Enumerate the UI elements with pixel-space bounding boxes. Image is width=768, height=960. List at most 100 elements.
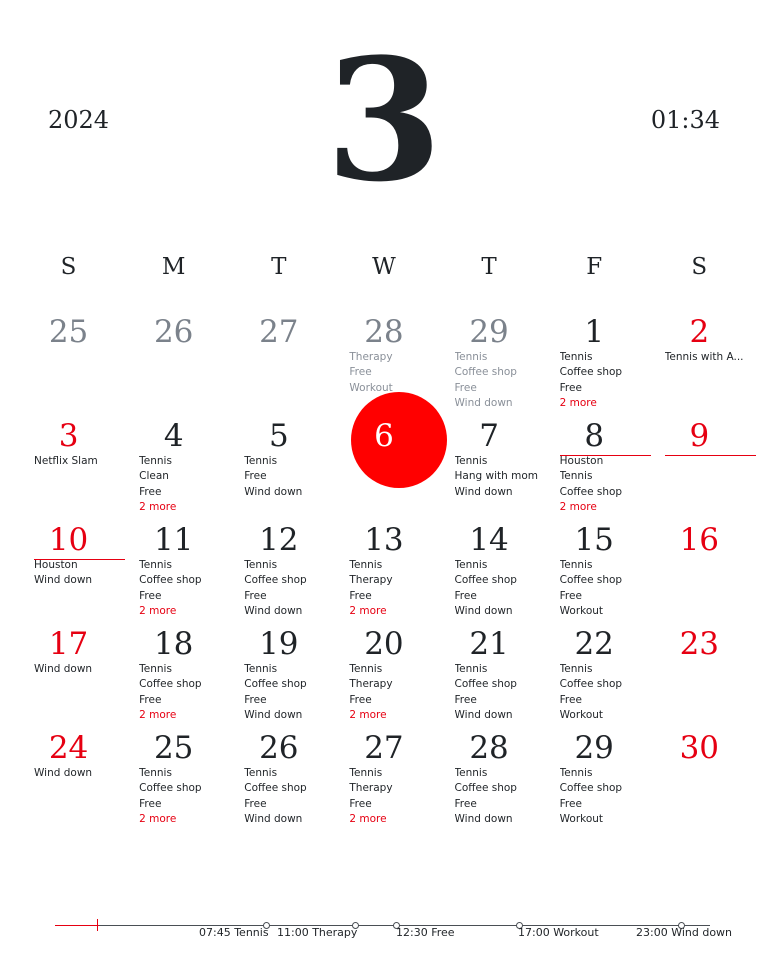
day-cell[interactable]: 29 Tennis Coffee shop Free Workout (542, 728, 647, 832)
day-cell[interactable]: 21 Tennis Coffee shop Free Wind down (437, 624, 542, 728)
event-item[interactable]: Houston (34, 558, 121, 573)
event-item[interactable]: Coffee shop (139, 573, 226, 588)
event-item[interactable]: Tennis (560, 558, 647, 573)
event-item[interactable]: Free (139, 797, 226, 812)
event-item[interactable]: Free (349, 693, 436, 708)
day-cell[interactable]: 22 Tennis Coffee shop Free Workout (542, 624, 647, 728)
day-cell[interactable]: 14 Tennis Coffee shop Free Wind down (437, 520, 542, 624)
event-item[interactable]: Free (455, 797, 542, 812)
event-item[interactable]: Workout (560, 708, 647, 723)
event-item[interactable]: Coffee shop (560, 573, 647, 588)
day-cell[interactable]: 23 (647, 624, 752, 728)
timeline-event[interactable]: 12:30 Free (396, 926, 455, 939)
more-events-link[interactable]: 2 more (139, 812, 226, 827)
event-item[interactable]: Free (244, 797, 331, 812)
event-item[interactable]: Wind down (244, 812, 331, 827)
event-item[interactable]: Tennis (139, 454, 226, 469)
event-item[interactable]: Tennis (349, 766, 436, 781)
event-item[interactable]: Tennis (139, 662, 226, 677)
event-item[interactable]: Tennis (139, 558, 226, 573)
event-item[interactable]: Coffee shop (244, 573, 331, 588)
event-item[interactable]: Wind down (455, 485, 542, 500)
more-events-link[interactable]: 2 more (349, 604, 436, 619)
event-item[interactable]: Wind down (34, 662, 121, 677)
more-events-link[interactable]: 2 more (560, 500, 647, 515)
event-item[interactable]: Wind down (244, 485, 331, 500)
event-item[interactable]: Hang with mom (455, 469, 542, 484)
day-cell[interactable]: 25 Tennis Coffee shop Free 2 more (121, 728, 226, 832)
event-item[interactable]: Therapy (349, 350, 436, 365)
event-item[interactable]: Free (560, 693, 647, 708)
event-item[interactable]: Coffee shop (455, 677, 542, 692)
day-cell[interactable]: 29 Tennis Coffee shop Free Wind down (437, 312, 542, 416)
event-item[interactable]: Therapy (349, 781, 436, 796)
event-item[interactable]: Wind down (455, 604, 542, 619)
timeline-event[interactable]: 23:00 Wind down (636, 926, 732, 939)
event-item[interactable]: Tennis (455, 454, 542, 469)
event-item[interactable]: Coffee shop (560, 781, 647, 796)
day-cell[interactable]: 17 Wind down (16, 624, 121, 728)
event-item[interactable]: Tennis (139, 766, 226, 781)
event-item[interactable]: Tennis (455, 350, 542, 365)
event-item[interactable]: Coffee shop (139, 781, 226, 796)
timeline-event[interactable]: 17:00 Workout (518, 926, 599, 939)
day-cell[interactable]: 1 Tennis Coffee shop Free 2 more (542, 312, 647, 416)
event-item[interactable]: Free (560, 381, 647, 396)
event-item[interactable]: Tennis (349, 662, 436, 677)
day-cell[interactable]: 3 Netflix Slam (16, 416, 121, 520)
event-item[interactable]: Coffee shop (244, 781, 331, 796)
timeline-event[interactable]: 11:00 Therapy (277, 926, 357, 939)
event-item[interactable]: Free (244, 469, 331, 484)
event-item[interactable]: Tennis (244, 558, 331, 573)
event-item[interactable]: Houston (560, 454, 647, 469)
day-cell[interactable]: 19 Tennis Coffee shop Free Wind down (226, 624, 331, 728)
day-cell[interactable]: 9 (647, 416, 756, 520)
event-item[interactable]: Workout (560, 812, 647, 827)
day-cell[interactable]: 11 Tennis Coffee shop Free 2 more (121, 520, 226, 624)
day-cell[interactable]: 10 Houston Wind down (16, 520, 126, 624)
day-cell[interactable]: 7 Tennis Hang with mom Wind down (437, 416, 542, 520)
event-item[interactable]: Free (455, 693, 542, 708)
event-item[interactable]: Wind down (455, 708, 542, 723)
event-item[interactable]: Free (560, 797, 647, 812)
day-cell[interactable]: 13 Tennis Therapy Free 2 more (331, 520, 436, 624)
event-item[interactable]: Tennis (455, 766, 542, 781)
event-item[interactable]: Free (349, 589, 436, 604)
timeline-event[interactable]: 07:45 Tennis (199, 926, 269, 939)
event-item[interactable]: Tennis (349, 558, 436, 573)
event-item[interactable]: Netflix Slam (34, 454, 121, 469)
day-cell[interactable]: 5 Tennis Free Wind down (226, 416, 331, 520)
event-item[interactable]: Wind down (455, 396, 542, 411)
event-item[interactable]: Free (244, 589, 331, 604)
more-events-link[interactable]: 2 more (349, 708, 436, 723)
day-cell[interactable]: 30 (647, 728, 752, 832)
event-item[interactable]: Coffee shop (560, 485, 647, 500)
event-item[interactable]: Therapy (349, 573, 436, 588)
event-item[interactable]: Free (455, 381, 542, 396)
event-item[interactable]: Tennis (560, 469, 647, 484)
event-item[interactable]: Tennis (244, 662, 331, 677)
event-item[interactable]: Coffee shop (455, 365, 542, 380)
event-item[interactable]: Free (560, 589, 647, 604)
day-cell[interactable]: 24 Wind down (16, 728, 121, 832)
more-events-link[interactable]: 2 more (139, 500, 226, 515)
event-item[interactable]: Therapy (349, 677, 436, 692)
event-item[interactable]: Tennis (244, 454, 331, 469)
day-cell[interactable]: 27 Tennis Therapy Free 2 more (331, 728, 436, 832)
event-item[interactable]: Coffee shop (560, 677, 647, 692)
event-item[interactable]: Tennis (244, 766, 331, 781)
event-item[interactable]: Tennis (560, 766, 647, 781)
day-cell[interactable]: 28 Tennis Coffee shop Free Wind down (437, 728, 542, 832)
day-cell[interactable]: 15 Tennis Coffee shop Free Workout (542, 520, 647, 624)
day-cell[interactable]: 27 (226, 312, 331, 416)
day-cell[interactable]: 8 Houston Tennis Coffee shop 2 more (542, 416, 651, 520)
event-item[interactable]: Coffee shop (244, 677, 331, 692)
event-item[interactable]: Free (244, 693, 331, 708)
event-item[interactable]: Tennis (455, 558, 542, 573)
event-item[interactable]: Free (139, 589, 226, 604)
event-item[interactable]: Coffee shop (560, 365, 647, 380)
day-cell[interactable]: 2 Tennis with A... (647, 312, 752, 416)
more-events-link[interactable]: 2 more (139, 708, 226, 723)
event-item[interactable]: Coffee shop (455, 781, 542, 796)
event-item[interactable]: Coffee shop (139, 677, 226, 692)
